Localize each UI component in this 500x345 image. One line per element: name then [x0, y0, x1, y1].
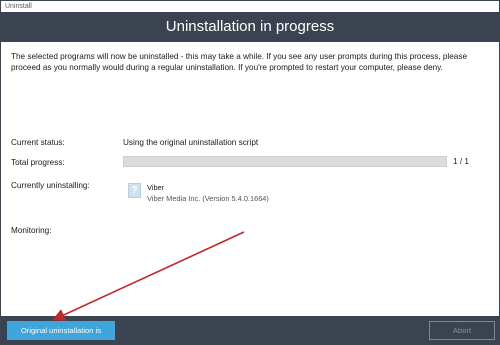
uninstall-window: Uninstall Uninstallation in progress The…: [0, 0, 500, 345]
current-status-label: Current status:: [11, 138, 65, 147]
total-progress-bar: [123, 156, 447, 167]
current-status-value: Using the original uninstallation script: [123, 138, 259, 147]
annotation-arrow-line: [52, 231, 245, 321]
program-name: Viber: [147, 183, 165, 192]
window-title: Uninstall: [1, 1, 499, 12]
program-description: Viber Media Inc. (Version 5.4.0.1664): [147, 194, 269, 203]
page-title: Uninstallation in progress: [1, 12, 499, 42]
question-mark-icon: ?: [128, 183, 141, 198]
total-progress-label: Total progress:: [11, 158, 65, 167]
currently-uninstalling-label: Currently uninstalling:: [11, 181, 90, 190]
intro-text: The selected programs will now be uninst…: [11, 52, 467, 72]
abort-button[interactable]: Abort: [429, 321, 495, 340]
original-uninstallation-complete-button[interactable]: Original uninstallation is complete: [7, 321, 115, 340]
total-progress-count: 1 / 1: [453, 157, 469, 166]
monitoring-label: Monitoring:: [11, 226, 52, 235]
